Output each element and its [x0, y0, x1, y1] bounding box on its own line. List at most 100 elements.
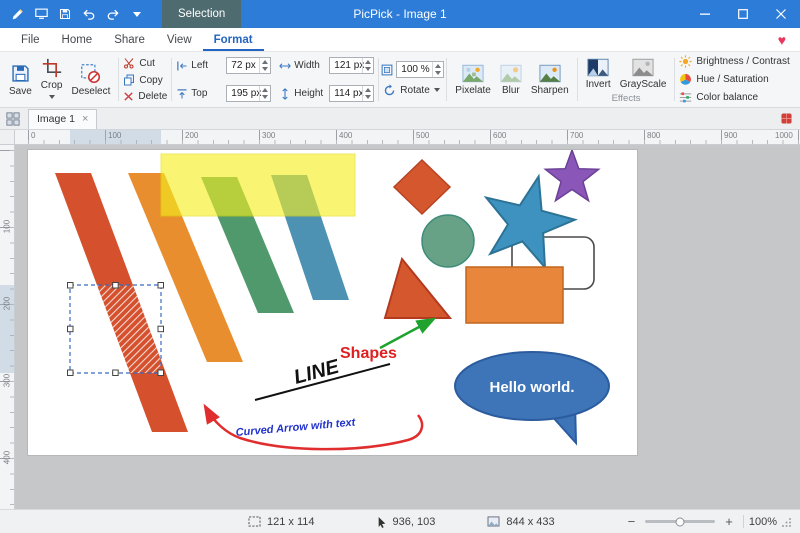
ribbon-group-filters: Pixelate Blur Sharpen: [449, 54, 574, 105]
delete-button[interactable]: Delete: [121, 90, 169, 103]
invert-button[interactable]: Invert: [582, 56, 615, 92]
deselect-icon: [80, 63, 101, 84]
heart-icon[interactable]: ♥: [778, 28, 786, 51]
tab-format[interactable]: Format: [203, 28, 264, 51]
resize-grip-icon[interactable]: [782, 517, 792, 527]
ribbon-group-position-size: Left 72 px Width 121 px: [174, 54, 376, 105]
document-tab-image1[interactable]: Image 1 ×: [28, 109, 97, 129]
selection-size-icon: [248, 516, 261, 527]
grayscale-button[interactable]: GrayScale: [616, 56, 671, 92]
sharpen-button[interactable]: Sharpen: [527, 62, 573, 98]
zoom-in-button[interactable]: +: [720, 514, 738, 529]
redo-icon[interactable]: [102, 2, 124, 26]
height-icon: [279, 88, 291, 100]
quick-access-toolbar: [0, 2, 148, 26]
rotate-icon: [383, 84, 396, 97]
ribbon-separator: [674, 58, 675, 101]
window-title: PicPick - Image 1: [353, 7, 446, 21]
brightness-contrast-button[interactable]: Brightness / Contrast: [677, 54, 791, 69]
crop-icon: [42, 58, 62, 78]
zoom-level-value[interactable]: 100%: [749, 516, 777, 528]
zoom-controls: − + 100%: [623, 514, 792, 529]
image-size-icon: [487, 516, 500, 527]
save-icon: [10, 63, 31, 84]
width-spinner[interactable]: [362, 58, 373, 73]
ribbon-group-zoom-rotate: 100 % Rotate: [381, 54, 444, 105]
zoom-input[interactable]: 100 %: [396, 61, 444, 78]
ribbon-separator: [577, 58, 578, 101]
qat-dropdown-icon[interactable]: [126, 2, 148, 26]
ribbon-tab-bar: File Home Share View Format ♥: [0, 28, 800, 52]
zoom-slider-thumb[interactable]: [676, 517, 685, 526]
curved-arrow-label: Curved Arrow with text: [235, 416, 357, 439]
save-quick-icon[interactable]: [54, 2, 76, 26]
ribbon-separator: [118, 58, 119, 101]
ribbon-group-clipboard: Cut Copy Delete: [121, 54, 169, 105]
blur-button[interactable]: Blur: [496, 62, 526, 98]
blur-icon: [500, 64, 522, 83]
diamond-shape: [394, 160, 450, 214]
undo-icon[interactable]: [78, 2, 100, 26]
crop-button[interactable]: Crop: [37, 56, 67, 104]
selection-size-indicator: 121 x 114: [248, 516, 315, 528]
color-balance-icon: [679, 91, 692, 104]
ribbon-group-effects: Invert GrayScale Effects: [580, 54, 673, 105]
cut-button[interactable]: Cut: [121, 56, 169, 70]
app-logo-pencil-icon[interactable]: [6, 2, 28, 26]
zoom-out-button[interactable]: −: [623, 514, 641, 529]
tab-view[interactable]: View: [156, 28, 203, 51]
workspace: 100 200 300 400: [0, 145, 800, 509]
grayscale-icon: [632, 58, 654, 77]
rotate-button[interactable]: Rotate: [381, 83, 444, 98]
vertical-ruler[interactable]: 100 200 300 400: [0, 145, 15, 509]
ribbon-separator: [446, 58, 447, 101]
copy-icon: [123, 74, 135, 86]
contextual-tab-selection[interactable]: Selection: [162, 0, 241, 28]
height-field-row: Height 114 px: [279, 85, 374, 102]
ribbon-separator: [171, 58, 172, 101]
tab-close-icon[interactable]: ×: [82, 113, 88, 125]
drawing-canvas-svg[interactable]: Shapes LINE Curved Arrow with text Hello…: [28, 150, 637, 455]
horizontal-ruler[interactable]: 0 100 200 300 400 500 600 700 800 900 10…: [15, 130, 800, 144]
ribbon-group-color-adjust: Brightness / Contrast Hue / Saturation C…: [677, 54, 791, 105]
image-canvas[interactable]: Shapes LINE Curved Arrow with text Hello…: [28, 150, 637, 455]
height-input[interactable]: 114 px: [329, 85, 374, 102]
zoom-slider[interactable]: [645, 520, 715, 523]
hue-saturation-button[interactable]: Hue / Saturation: [677, 72, 791, 87]
save-button[interactable]: Save: [5, 61, 36, 99]
picpick-window: Selection PicPick - Image 1 File Home Sh…: [0, 0, 800, 533]
pixelate-button[interactable]: Pixelate: [451, 62, 495, 98]
cursor-position-indicator: 936, 103: [377, 516, 436, 528]
deselect-button[interactable]: Deselect: [67, 61, 114, 99]
top-input[interactable]: 195 px: [226, 85, 271, 102]
minimize-button[interactable]: [686, 0, 724, 28]
width-icon: [279, 60, 291, 72]
tab-grid-icon[interactable]: [6, 112, 20, 126]
width-field-row: Width 121 px: [279, 57, 374, 74]
tab-file[interactable]: File: [10, 28, 51, 51]
canvas-area[interactable]: Shapes LINE Curved Arrow with text Hello…: [15, 145, 800, 509]
height-spinner[interactable]: [362, 86, 373, 101]
green-circle-shape: [422, 215, 474, 267]
copy-button[interactable]: Copy: [121, 73, 169, 87]
yellow-overlay-rect: [161, 154, 355, 216]
left-spinner[interactable]: [259, 58, 270, 73]
hue-icon: [679, 73, 692, 86]
shapes-label: Shapes: [340, 345, 397, 362]
capture-monitor-icon[interactable]: [30, 2, 52, 26]
close-button[interactable]: [762, 0, 800, 28]
capture-indicator-icon[interactable]: [781, 113, 792, 124]
delete-icon: [123, 91, 134, 102]
zoom-scale-icon: [381, 64, 393, 76]
maximize-button[interactable]: [724, 0, 762, 28]
left-input[interactable]: 72 px: [226, 57, 271, 74]
zoom-spinner[interactable]: [432, 62, 443, 77]
tab-share[interactable]: Share: [103, 28, 156, 51]
purple-star-shape: [545, 150, 598, 201]
width-input[interactable]: 121 px: [329, 57, 374, 74]
top-spinner[interactable]: [259, 86, 270, 101]
ruler-row: 0 100 200 300 400 500 600 700 800 900 10…: [0, 130, 800, 145]
left-position-icon: [176, 60, 188, 72]
color-balance-button[interactable]: Color balance: [677, 90, 791, 105]
tab-home[interactable]: Home: [51, 28, 104, 51]
